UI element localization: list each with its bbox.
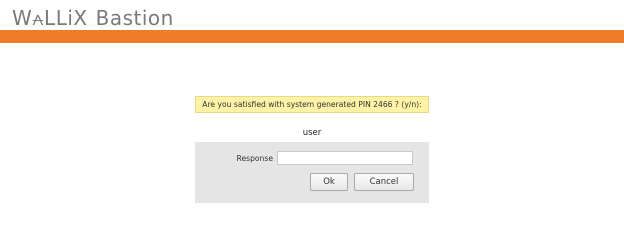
- app-header: W⩜LLiX Bastion: [0, 0, 624, 30]
- wallix-logo: W⩜LLiX Bastion: [12, 6, 174, 30]
- product-name: Bastion: [95, 6, 174, 30]
- brand-name: W⩜LLiX: [12, 6, 88, 30]
- pin-confirmation-prompt: Are you satisfied with system generated …: [195, 96, 429, 113]
- header-accent-bar: [0, 30, 624, 43]
- response-label: Response: [236, 154, 273, 163]
- response-panel: Response Ok Cancel: [195, 142, 429, 203]
- ok-button[interactable]: Ok: [310, 173, 348, 191]
- response-input[interactable]: [277, 151, 413, 165]
- cancel-button[interactable]: Cancel: [354, 173, 414, 191]
- username-label: user: [302, 128, 322, 138]
